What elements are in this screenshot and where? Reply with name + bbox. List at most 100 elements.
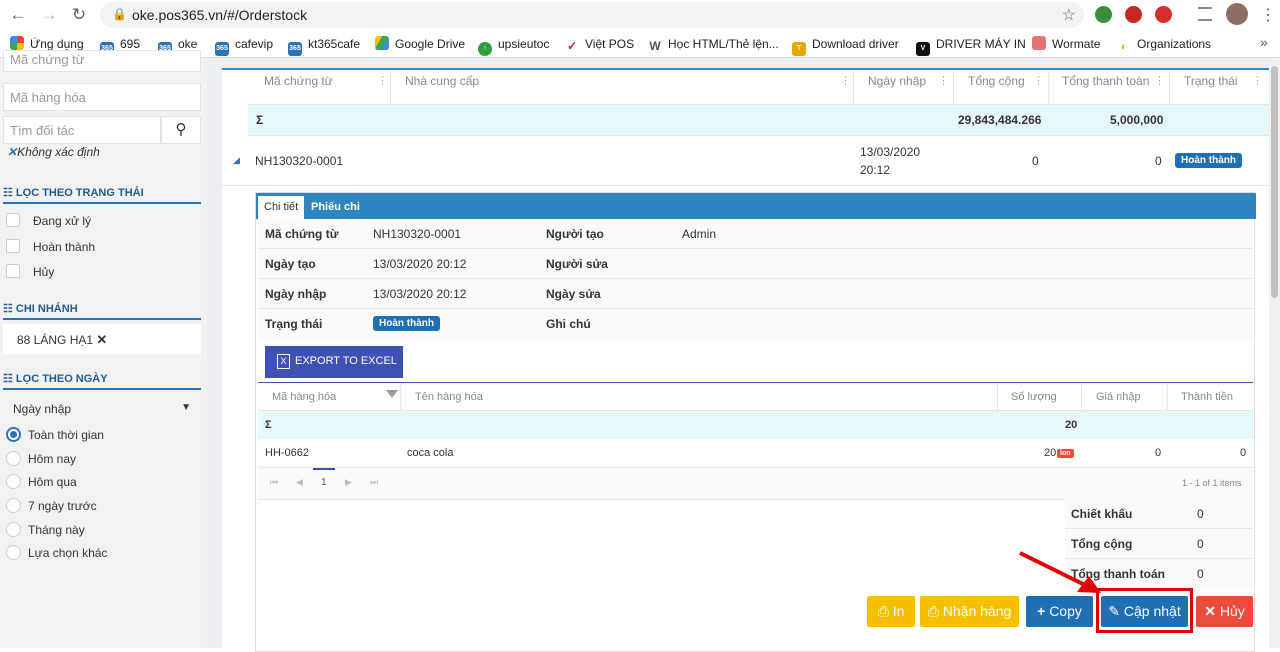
column-menu-icon[interactable]: ⋮ [1154,76,1165,87]
status-checkbox-cancel[interactable] [6,264,20,278]
excel-icon: X [277,354,290,369]
prev-page-icon[interactable]: ◀ [296,477,303,488]
status-label: Hủy [33,265,55,279]
bookmark-item[interactable]: ◐ Organizations [1117,36,1211,54]
table-row[interactable]: HH-0662 coca cola 20 lon 0 0 [258,439,1253,468]
bookmark-item[interactable]: T Download driver [792,36,899,56]
column-header-date[interactable]: Ngày nhập [868,74,926,88]
first-page-icon[interactable]: ⏮ [270,477,278,488]
more-menu-icon[interactable]: ⋮ [1260,5,1276,25]
reload-icon[interactable]: ↻ [68,4,90,26]
next-page-icon[interactable]: ▶ [345,477,352,488]
date-radio-today[interactable] [6,451,21,466]
column-header-item-name[interactable]: Tên hàng hóa [415,391,483,403]
column-menu-icon[interactable]: ⋮ [938,76,949,87]
search-icon[interactable]: ⚲ [161,116,201,144]
doc-code-input[interactable]: Mã chứng từ [3,50,201,72]
tab-detail[interactable]: Chi tiết [258,196,305,219]
item-price: 0 [1155,447,1162,459]
row-time: 20:12 [860,163,891,177]
copy-button[interactable]: + Copy [1026,596,1093,627]
date-radio-custom[interactable] [6,545,21,560]
adblock-icon[interactable] [1125,6,1142,23]
filter-sidebar: Mã chứng từ Mã hàng hóa Tìm đối tác ⚲ ✕K… [0,50,207,648]
google-drive-icon [375,36,389,50]
receive-goods-button[interactable]: ⎙ Nhận hàng [920,596,1019,627]
cancel-button[interactable]: ✕ Hủy [1196,596,1253,627]
bookmark-item[interactable]: Wormate [1032,36,1100,52]
scrollbar-thumb[interactable] [1271,66,1278,298]
bookmark-item[interactable]: Google Drive [375,36,465,52]
status-checkbox-done[interactable] [6,239,20,253]
filter-icon[interactable] [386,390,398,398]
plus-icon: + [1037,603,1050,619]
remove-branch-icon[interactable]: ✕ [96,332,107,347]
scrollbar[interactable] [1269,58,1280,648]
column-header-code[interactable]: Mã chứng từ [264,74,333,88]
address-bar[interactable]: 🔒 oke.pos365.vn/#/Orderstock ☆ [100,2,1084,28]
date-option-label: Toàn thời gian [28,428,104,442]
bookmark-item[interactable]: 365 kt365cafe [288,36,360,56]
date-radio-7days[interactable] [6,498,21,513]
url-text: oke.pos365.vn/#/Orderstock [132,7,308,23]
table-row[interactable]: ◢ NH130320-0001 13/03/2020 20:12 0 0 Hoà… [222,136,1269,186]
menu-list-icon[interactable] [1198,7,1212,21]
printer-icon: ⎙ [927,603,943,619]
column-divider [1169,72,1170,104]
date-radio-all[interactable] [6,427,21,442]
export-excel-button[interactable]: X EXPORT TO EXCEL [265,346,403,378]
printer-icon: ⎙ [877,603,893,619]
column-header-amount[interactable]: Thành tiền [1181,391,1233,403]
column-header-total[interactable]: Tổng cộng [968,74,1025,88]
page-number[interactable]: 1 [321,477,327,488]
column-menu-icon[interactable]: ⋮ [1033,76,1044,87]
column-divider [953,72,954,104]
date-radio-yesterday[interactable] [6,474,21,489]
column-header-paid[interactable]: Tổng thanh toán [1062,74,1149,88]
v-icon: V [916,42,930,56]
extension-icon[interactable] [1095,6,1112,23]
date-type-select[interactable]: Ngày nhập ▼ [3,395,201,423]
column-divider [390,72,391,104]
column-header-price[interactable]: Giá nhập [1096,391,1141,403]
wormate-icon [1032,36,1046,50]
column-menu-icon[interactable]: ⋮ [377,76,388,87]
print-button[interactable]: ⎙ In [867,596,915,627]
status-checkbox-processing[interactable] [6,213,20,227]
avatar[interactable] [1226,3,1248,25]
column-header-item-code[interactable]: Mã hàng hóa [272,391,336,403]
pager: ⏮ ◀ 1 ▶ ⏭ 1 - 1 of 1 items [258,468,1253,500]
column-menu-icon[interactable]: ⋮ [840,76,851,87]
main-content: Mã chứng từ ⋮ Nhà cung cấp ⋮ Ngày nhập ⋮… [207,58,1269,652]
partner-search-input[interactable]: Tìm đối tác [3,116,161,144]
forward-icon[interactable]: → [38,4,60,26]
undefined-partner-tag[interactable]: ✕Không xác định [7,145,100,159]
status-label: Hoàn thành [33,240,96,254]
item-code: HH-0662 [265,447,310,459]
last-page-icon[interactable]: ⏭ [370,477,378,488]
summary-value: 0 [1197,507,1204,521]
more-bookmarks-icon[interactable]: » [1260,34,1268,50]
bookmark-star-icon[interactable]: ☆ [1062,5,1076,25]
download-icon: T [792,42,806,56]
arrow-shaft [1019,551,1088,588]
bookmark-item[interactable]: 365 cafevip [215,36,273,56]
bookmark-item[interactable]: ↑ upsieutoc [478,36,549,56]
close-icon[interactable]: ✕ [7,145,17,159]
date-radio-month[interactable] [6,522,21,537]
update-button[interactable]: ✎ Cập nhật [1101,596,1188,627]
column-menu-icon[interactable]: ⋮ [1252,76,1263,87]
date-option-label: Tháng này [28,523,85,537]
bookmark-item[interactable]: V DRIVER MÁY IN [916,36,1026,56]
product-code-input[interactable]: Mã hàng hóa [3,83,201,111]
collapse-icon[interactable]: ◢ [233,155,240,166]
tab-payment[interactable]: Phiếu chi [305,196,366,219]
column-header-qty[interactable]: Số lượng [1011,391,1057,403]
bookmark-item[interactable]: ✓ Việt POS [565,36,634,53]
bookmark-item[interactable]: W Học HTML/Thẻ lện... [648,36,779,53]
column-header-supplier[interactable]: Nhà cung cấp [405,74,479,88]
extension-icon[interactable] [1155,6,1172,23]
column-header-status[interactable]: Trạng thái [1184,74,1238,88]
summary-row: Chiết khấu 0 [1065,499,1253,529]
back-icon[interactable]: ← [7,4,29,26]
